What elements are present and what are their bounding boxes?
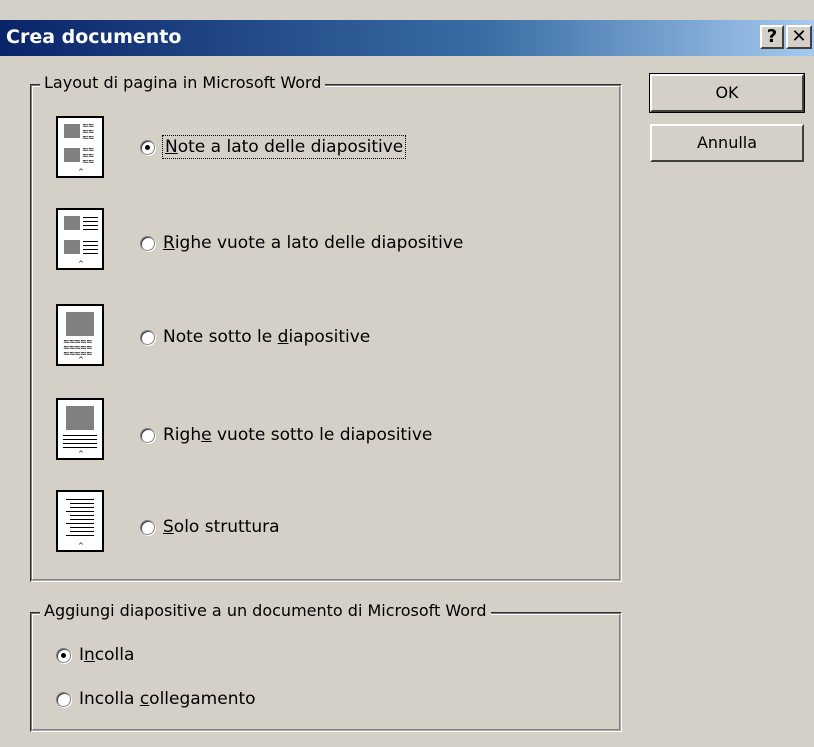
notes-below-slides-icon: ≈≈≈≈≈ ≈≈≈≈≈ ≈≈≈≈≈ ^ [56,304,104,366]
radio-paste-link[interactable]: Incolla collegamento [56,686,256,712]
title-bar: Crea documento ? ✕ [0,20,814,56]
ok-button[interactable]: OK [649,73,805,113]
blank-lines-below-slides-icon: ^ [56,398,104,460]
radio-blank-lines-beside-slides[interactable]: Righe vuote a lato delle diapositive [140,230,463,256]
radio-outline-only[interactable]: Solo struttura [140,514,280,540]
add-slides-groupbox: Aggiungi diapositive a un documento di M… [30,601,622,732]
radio-label: Incolla collegamento [79,689,256,709]
radio-label: Righe vuote a lato delle diapositive [163,233,464,253]
radio-button-checked[interactable] [140,139,155,155]
outline-only-icon: ^ [56,490,104,552]
radio-button-checked[interactable] [56,647,71,663]
radio-button[interactable] [56,691,71,707]
blank-lines-beside-slides-icon: ^ [56,208,104,270]
notes-beside-slides-icon: ≈≈ ≈≈ ≈≈ ≈≈ ≈≈ ≈≈ ^ [56,116,104,178]
radio-label: Solo struttura [163,517,280,537]
radio-label: Incolla [79,645,135,665]
radio-paste[interactable]: Incolla [56,642,134,668]
radio-notes-below-slides[interactable]: Note sotto le diapositive [140,324,370,350]
help-button[interactable]: ? [760,25,784,49]
radio-button[interactable] [140,329,155,345]
cancel-button[interactable]: Annulla [650,124,804,162]
radio-button[interactable] [140,519,155,535]
radio-blank-lines-below-slides[interactable]: Righe vuote sotto le diapositive [140,422,432,448]
layout-group-title: Layout di pagina in Microsoft Word [40,73,326,92]
add-slides-group-title: Aggiungi diapositive a un documento di M… [40,601,491,620]
radio-button[interactable] [140,427,155,443]
close-button[interactable]: ✕ [786,25,812,49]
radio-label: Note a lato delle diapositive [161,135,407,159]
radio-button[interactable] [140,235,155,251]
radio-label: Righe vuote sotto le diapositive [163,425,433,445]
window-title: Crea documento [6,26,182,48]
radio-label: Note sotto le diapositive [163,327,371,347]
radio-notes-beside-slides[interactable]: Note a lato delle diapositive [140,134,407,160]
